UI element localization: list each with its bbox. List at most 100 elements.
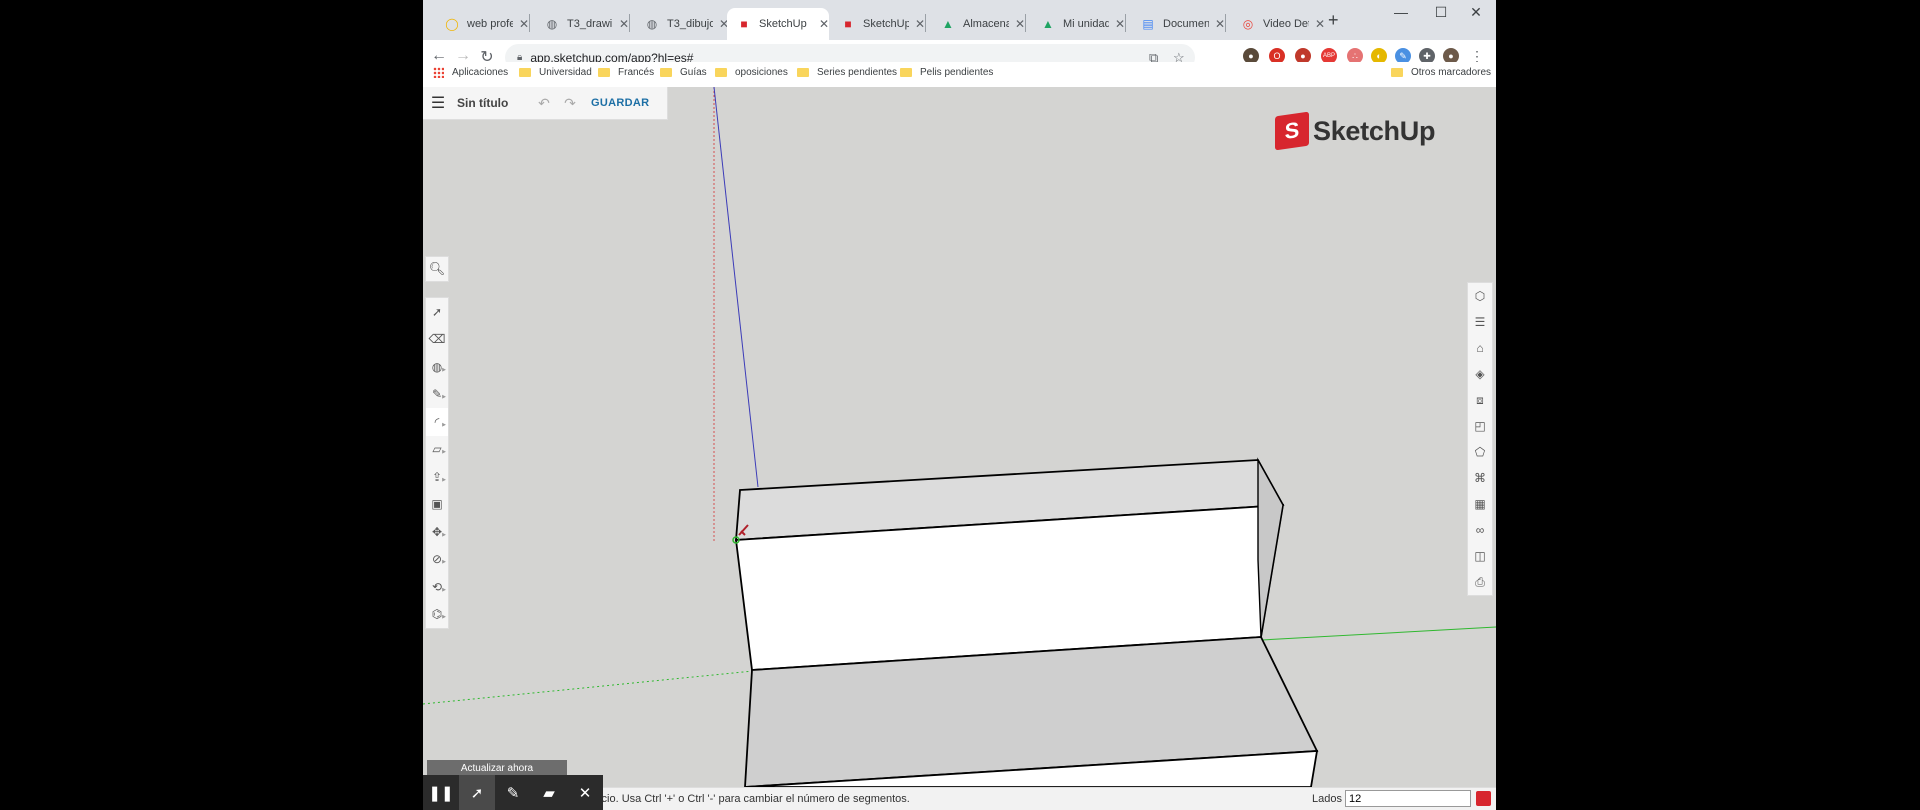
entity-info-icon[interactable]: ⬡ xyxy=(1468,283,1492,309)
browser-window: ◯ web profe/M ✕ ◍ T3_drawing ✕ ◍ T3_dibu… xyxy=(423,0,1496,810)
logo-text: SketchUp xyxy=(1313,115,1436,146)
offset-icon[interactable]: ▣ xyxy=(426,491,448,519)
docs-icon: ▤ xyxy=(1142,17,1154,31)
display-icon[interactable]: ◫ xyxy=(1468,543,1492,569)
bookmark-folder-pelis[interactable]: Pelis pendientes xyxy=(900,67,993,78)
close-icon[interactable]: ✕ xyxy=(1215,17,1225,31)
views-icon[interactable]: ∞ xyxy=(1468,517,1492,543)
maximize-button[interactable]: ☐ xyxy=(1421,2,1461,22)
bookmark-label: Aplicaciones xyxy=(452,67,509,78)
orbit-icon[interactable]: ⟲ ▶ xyxy=(426,573,448,601)
bookmark-folder-series[interactable]: Series pendientes xyxy=(797,67,897,78)
arc-icon[interactable]: ◜ ▶ xyxy=(426,408,448,436)
pen-icon[interactable]: ✎ xyxy=(495,775,531,810)
pause-icon[interactable]: ❚❚ xyxy=(423,775,459,810)
tab-video[interactable]: ◎ Video Deta ✕ xyxy=(1227,8,1325,40)
close-recording-icon[interactable]: ✕ xyxy=(567,775,603,810)
bookmarks-bar: Aplicaciones Universidad Francés Guías o… xyxy=(423,62,1496,88)
sketchup-icon: ■ xyxy=(844,17,852,31)
close-window-button[interactable]: ✕ xyxy=(1456,2,1496,22)
tab-sketchup-active[interactable]: ■ SketchUp ✕ xyxy=(727,8,829,40)
apps-grid-icon xyxy=(433,67,444,78)
close-icon[interactable]: ✕ xyxy=(619,17,629,31)
tags-icon[interactable]: ⌘ xyxy=(1468,465,1492,491)
materials-icon[interactable]: ◈ xyxy=(1468,361,1492,387)
folder-icon xyxy=(715,68,727,77)
modeling-viewport[interactable]: ☰ Sin título ↶ ↷ GUARDAR S SketchUp 🔍︎ ➚… xyxy=(423,87,1496,787)
push-pull-icon[interactable]: ⇪ ▶ xyxy=(426,463,448,491)
drive-icon: ▲ xyxy=(1042,17,1054,31)
bookmark-folder-oposiciones[interactable]: oposiciones xyxy=(715,67,788,78)
folder-icon xyxy=(660,68,672,77)
bookmark-label: Guías xyxy=(680,67,707,78)
highlighter-icon[interactable]: ▰ xyxy=(531,775,567,810)
recording-controls: ❚❚ ➚ ✎ ▰ ✕ xyxy=(423,775,603,810)
pointer-icon[interactable]: ➚ xyxy=(459,775,495,810)
close-icon[interactable]: ✕ xyxy=(1115,17,1125,31)
bookmark-folder-frances[interactable]: Francés xyxy=(598,67,654,78)
blue-axis-line xyxy=(713,87,759,488)
tab-mi-unidad[interactable]: ▲ Mi unidad ✕ xyxy=(1027,8,1125,40)
tab-label: T3_dibujo3 xyxy=(667,18,713,30)
app-header: ☰ Sin título ↶ ↷ GUARDAR xyxy=(423,87,668,120)
left-toolbar: ➚ ⌫ ◍ ▶ ✎ ▶ ◜ ▶ ▱ ▶ ⇪ ▶ ▣ ✥ ▶ ⊘ ▶ ⟲ ▶ ⌬ ▶ xyxy=(425,297,449,629)
bookmark-folder-otros[interactable]: Otros marcadores xyxy=(1391,67,1491,78)
hamburger-menu-icon[interactable]: ☰ xyxy=(423,93,453,113)
redo-icon[interactable]: ↷ xyxy=(557,95,583,112)
sides-label: Lados xyxy=(1312,793,1342,805)
bookmark-apps[interactable]: Aplicaciones xyxy=(433,67,508,78)
folder-icon xyxy=(900,68,912,77)
tab-documento[interactable]: ▤ Documento ✕ xyxy=(1127,8,1225,40)
video-icon: ◎ xyxy=(1242,17,1254,31)
outliner-icon[interactable]: ▦ xyxy=(1468,491,1492,517)
save-button[interactable]: GUARDAR xyxy=(591,97,649,109)
paint-bucket-icon[interactable]: ◍ ▶ xyxy=(426,353,448,381)
bookmark-folder-guias[interactable]: Guías xyxy=(660,67,707,78)
tab-label: SketchUp xyxy=(863,18,909,30)
tab-web-profe[interactable]: ◯ web profe/M ✕ xyxy=(431,8,529,40)
tab-label: SketchUp xyxy=(759,18,807,30)
search-icon[interactable]: 🔍︎ xyxy=(425,256,449,282)
bookmark-folder-universidad[interactable]: Universidad xyxy=(519,67,592,78)
styles-icon[interactable]: ⧈ xyxy=(1468,387,1492,413)
3d-scene[interactable] xyxy=(423,87,1496,787)
undo-icon[interactable]: ↶ xyxy=(531,95,557,112)
bookmark-label: Universidad xyxy=(539,67,592,78)
instructor-icon[interactable]: ☰ xyxy=(1468,309,1492,335)
eraser-icon[interactable]: ⌫ xyxy=(426,326,448,354)
shape-icon[interactable]: ▱ ▶ xyxy=(426,436,448,464)
new-tab-button[interactable]: + xyxy=(1328,10,1339,31)
solid-tools-icon[interactable]: ◰ xyxy=(1468,413,1492,439)
select-icon[interactable]: ➚ xyxy=(426,298,448,326)
scenes-icon[interactable]: ⬠ xyxy=(1468,439,1492,465)
folder-icon xyxy=(598,68,610,77)
section-icon[interactable]: ⌬ ▶ xyxy=(426,601,448,629)
tab-sketchup[interactable]: ■ SketchUp ✕ xyxy=(827,8,925,40)
sides-input[interactable] xyxy=(1345,790,1471,807)
close-icon[interactable]: ✕ xyxy=(519,17,529,31)
components-icon[interactable]: ⌂ xyxy=(1468,335,1492,361)
box-side-face[interactable] xyxy=(1257,457,1284,638)
green-axis-line xyxy=(1261,626,1496,641)
document-title[interactable]: Sin título xyxy=(457,96,531,110)
minimize-button[interactable]: — xyxy=(1381,2,1421,22)
pencil-icon[interactable]: ✎ ▶ xyxy=(426,381,448,409)
tab-strip: ◯ web profe/M ✕ ◍ T3_drawing ✕ ◍ T3_dibu… xyxy=(423,0,1496,40)
tab-label: T3_drawing xyxy=(567,18,613,30)
tape-measure-icon[interactable]: ⊘ ▶ xyxy=(426,546,448,574)
close-icon[interactable]: ✕ xyxy=(1315,17,1325,31)
tab-label: Mi unidad xyxy=(1063,18,1109,30)
export-icon[interactable]: ⎙ xyxy=(1468,569,1492,595)
sketchup-status-icon xyxy=(1476,791,1491,806)
tab-label: Video Deta xyxy=(1263,18,1309,30)
globe-icon: ◍ xyxy=(646,17,658,31)
close-icon[interactable]: ✕ xyxy=(1015,17,1025,31)
sketchup-logo: S SketchUp xyxy=(1275,111,1436,151)
tab-t3-drawing[interactable]: ◍ T3_drawing ✕ xyxy=(531,8,629,40)
tab-almacenamiento[interactable]: ▲ Almacenam ✕ xyxy=(927,8,1025,40)
status-message: nicio. Usa Ctrl '+' o Ctrl '-' para camb… xyxy=(593,793,910,805)
bookmark-label: Otros marcadores xyxy=(1411,67,1492,78)
move-icon[interactable]: ✥ ▶ xyxy=(426,518,448,546)
close-icon[interactable]: ✕ xyxy=(915,17,925,31)
tab-t3-dibujo[interactable]: ◍ T3_dibujo3 ✕ xyxy=(631,8,729,40)
